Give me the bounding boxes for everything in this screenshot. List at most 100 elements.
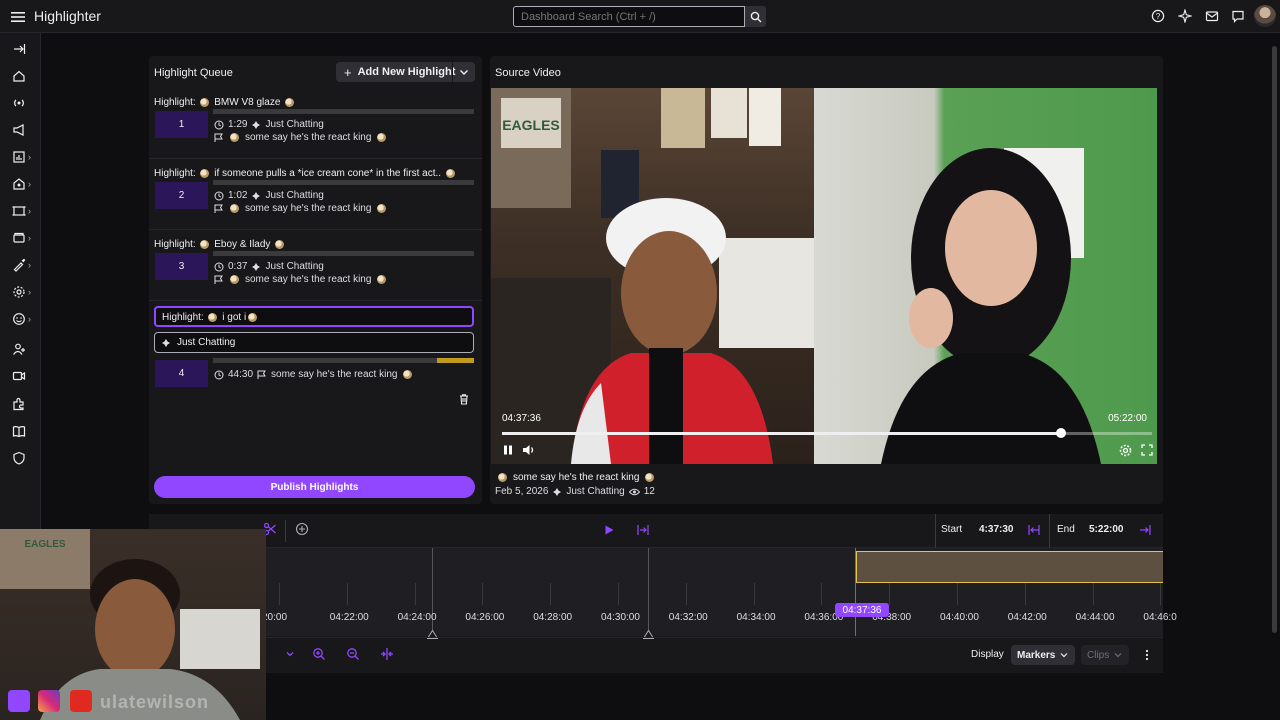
emote-icon (445, 168, 455, 178)
svg-text:EAGLES: EAGLES (24, 539, 65, 550)
highlight-category: Just Chatting (265, 261, 324, 272)
timeline-tick (957, 583, 958, 605)
collapse-sidebar-icon[interactable] (12, 40, 36, 58)
highlight-source: some say he's the react king (214, 274, 388, 285)
timeline-tick (1092, 583, 1094, 605)
queue-item[interactable]: Highlight: Eboy & Ilady 3 0:37 Just Chat… (149, 231, 482, 301)
highlight-source: some say he's the react king (214, 203, 388, 214)
stream-manager-icon[interactable] (12, 94, 36, 112)
start-value[interactable]: 4:37:30 (979, 524, 1013, 535)
publish-highlights-button[interactable]: Publish Highlights (154, 476, 475, 498)
promotions-icon[interactable] (12, 121, 36, 139)
youtube-icon (70, 690, 92, 712)
fit-timeline-icon[interactable] (380, 647, 394, 661)
seek-bar-handle[interactable] (1056, 428, 1066, 438)
analytics-icon[interactable]: › (12, 148, 36, 166)
video-camera-icon[interactable] (12, 367, 36, 385)
end-value[interactable]: 5:22:00 (1089, 524, 1123, 535)
highlight-range-selection[interactable] (855, 551, 1163, 583)
highlight-progress-bar (213, 109, 474, 114)
category-value: Just Chatting (177, 337, 236, 348)
add-user-icon[interactable] (12, 340, 36, 358)
zoom-out-icon[interactable] (346, 647, 360, 661)
zoom-in-icon[interactable] (312, 647, 326, 661)
category-icon (553, 487, 562, 496)
settings-icon[interactable]: › (12, 283, 36, 301)
user-avatar[interactable] (1254, 5, 1276, 27)
trash-icon[interactable] (458, 393, 470, 405)
set-end-icon[interactable] (1139, 524, 1151, 536)
timeline-tick (279, 583, 280, 605)
extensions-icon[interactable] (12, 395, 36, 413)
emote-icon (403, 370, 413, 379)
toolbar-divider (935, 514, 936, 548)
chevron-down-icon[interactable] (284, 648, 296, 660)
video-player[interactable]: EAGLES 04:37:36 05:22:00 (491, 88, 1157, 464)
content-icon[interactable]: › (12, 202, 36, 220)
timeline-tick (685, 583, 687, 605)
instagram-icon (38, 690, 60, 712)
highlight-source-text: some say he's the react king (245, 274, 372, 285)
whispers-icon[interactable] (1231, 9, 1247, 25)
markers-dropdown[interactable]: Markers (1011, 645, 1076, 665)
emotes-icon[interactable]: › (12, 310, 36, 328)
flag-icon (214, 275, 223, 284)
timeline-playhead[interactable] (855, 548, 856, 636)
clock-icon (214, 262, 224, 271)
page-scrollbar[interactable] (1272, 46, 1277, 633)
source-video-title: Source Video (495, 67, 561, 79)
monetization-icon[interactable]: › (12, 229, 36, 247)
home-icon[interactable] (12, 67, 36, 85)
queue-item[interactable]: Highlight: BMW V8 glaze 1 1:29 Just Chat… (149, 89, 482, 159)
book-icon[interactable] (12, 422, 36, 440)
hamburger-menu-icon[interactable] (8, 7, 28, 27)
category-input[interactable]: Just Chatting (154, 332, 474, 353)
jump-to-playhead-icon[interactable] (637, 524, 649, 536)
emote-icon (248, 312, 258, 322)
pause-icon[interactable] (502, 444, 514, 456)
search-input[interactable] (513, 6, 745, 27)
emote-icon (200, 168, 210, 178)
timeline-tick (414, 583, 416, 605)
highlight-title: Highlight: BMW V8 glaze (154, 97, 296, 108)
flag-icon (257, 370, 266, 379)
sparkle-icon[interactable] (1178, 9, 1194, 25)
highlight-title-input[interactable]: Highlight: i got i (154, 306, 474, 327)
svg-text:?: ? (1156, 12, 1161, 21)
video-seek-bar[interactable] (502, 428, 1152, 438)
markers-label: Markers (1017, 649, 1056, 661)
settings-gear-icon[interactable] (1119, 444, 1132, 457)
set-start-icon[interactable] (1028, 524, 1040, 536)
emote-icon (498, 473, 507, 482)
start-label: Start (941, 524, 963, 535)
start-time: 4:37:30 (979, 524, 1014, 535)
creator-tools-icon[interactable]: › (12, 256, 36, 274)
eye-icon (628, 488, 640, 495)
emote-icon (200, 97, 210, 107)
add-marker-icon[interactable] (295, 522, 309, 536)
highlight-duration: 44:30 (228, 369, 254, 380)
highlight-title-text: Eboy & Ilady (214, 239, 271, 250)
playhead-time-badge: 04:37:36 (835, 603, 889, 617)
highlight-category: Just Chatting (265, 119, 324, 130)
add-new-highlight-button[interactable]: + Add New Highlight (336, 62, 475, 82)
category-icon (252, 262, 261, 271)
play-icon[interactable] (603, 524, 615, 536)
queue-item[interactable]: Highlight: if someone pulls a *ice cream… (149, 160, 482, 230)
chevron-down-icon[interactable] (457, 65, 471, 79)
inbox-icon[interactable] (1205, 9, 1221, 25)
timeline-tick-label: 04:24:00 (397, 612, 437, 623)
emote-icon (377, 275, 387, 284)
highlight-source: some say he's the react king (214, 132, 388, 143)
volume-icon[interactable] (522, 444, 536, 456)
fullscreen-icon[interactable] (1141, 444, 1153, 456)
clock-icon (214, 370, 224, 379)
flag-icon (214, 204, 223, 213)
help-icon[interactable]: ? (1151, 9, 1167, 25)
more-options-icon[interactable] (1142, 649, 1152, 661)
search-button[interactable] (745, 6, 766, 27)
community-icon[interactable]: › (12, 175, 36, 193)
clips-dropdown[interactable]: Clips (1081, 645, 1130, 665)
shield-icon[interactable] (12, 449, 36, 467)
highlight-progress-bar (213, 180, 474, 185)
